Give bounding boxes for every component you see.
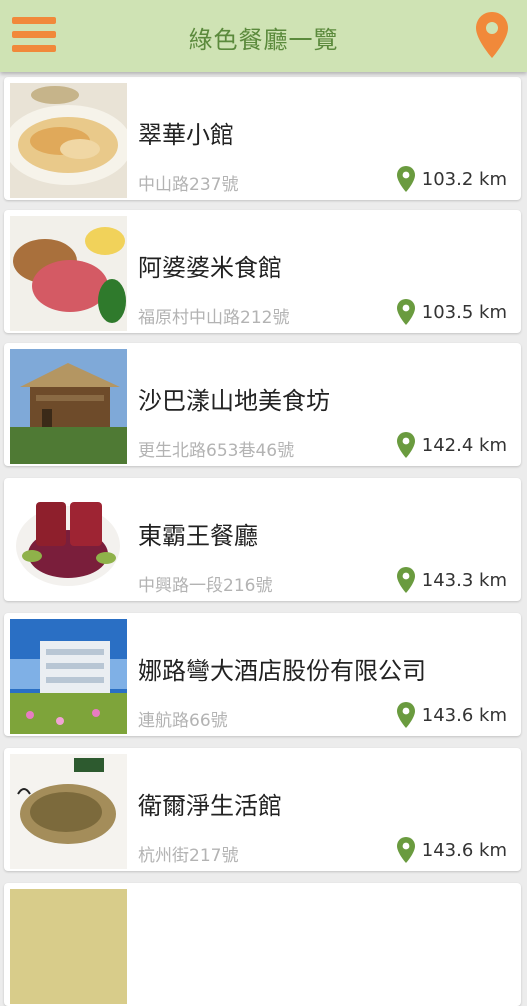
- restaurant-photo: [10, 484, 127, 599]
- distance-text: 103.5 km: [421, 301, 507, 323]
- restaurant-name: 衛爾淨生活館: [138, 792, 282, 820]
- distance: 143.6 km: [396, 700, 507, 730]
- distance-text: 142.4 km: [421, 434, 507, 456]
- distance: 103.2 km: [396, 164, 507, 194]
- restaurant-card[interactable]: 翠華小館 中山路237號 103.2 km: [4, 77, 521, 200]
- map-pin-icon: [396, 299, 415, 325]
- map-pin-icon: [396, 166, 415, 192]
- restaurant-address: 中山路237號: [138, 175, 239, 195]
- restaurant-address: 福原村中山路212號: [138, 308, 290, 328]
- distance-text: 103.2 km: [421, 168, 507, 190]
- map-pin-icon: [396, 702, 415, 728]
- restaurant-card[interactable]: 衛爾淨生活館 杭州街217號 143.6 km: [4, 748, 521, 871]
- distance: 142.4 km: [396, 430, 507, 460]
- restaurant-photo: [10, 754, 127, 869]
- restaurant-name: 沙巴漾山地美食坊: [138, 387, 330, 415]
- restaurant-name: 翠華小館: [138, 121, 234, 149]
- restaurant-card[interactable]: [4, 883, 521, 1006]
- distance: 143.3 km: [396, 565, 507, 595]
- restaurant-name: 阿婆婆米食館: [138, 254, 282, 282]
- distance: 103.5 km: [396, 297, 507, 327]
- page-title: 綠色餐廳一覽: [188, 26, 339, 54]
- restaurant-card[interactable]: 東霸王餐廳 中興路一段216號 143.3 km: [4, 478, 521, 601]
- restaurant-card[interactable]: 娜路彎大酒店股份有限公司 連航路66號 143.6 km: [4, 613, 521, 736]
- restaurant-photo: [10, 216, 127, 331]
- distance-text: 143.6 km: [421, 704, 507, 726]
- restaurant-address: 中興路一段216號: [138, 576, 273, 596]
- restaurant-photo: [10, 619, 127, 734]
- restaurant-address: 杭州街217號: [138, 846, 239, 866]
- restaurant-photo: [10, 83, 127, 198]
- restaurant-name: 娜路彎大酒店股份有限公司: [138, 657, 426, 685]
- map-pin-icon: [396, 432, 415, 458]
- map-pin-icon: [396, 837, 415, 863]
- map-pin-icon: [396, 567, 415, 593]
- restaurant-name: 東霸王餐廳: [138, 522, 258, 550]
- distance-text: 143.3 km: [421, 569, 507, 591]
- distance: 143.6 km: [396, 835, 507, 865]
- app-bar: 綠色餐廳一覽: [0, 0, 527, 72]
- restaurant-card[interactable]: 阿婆婆米食館 福原村中山路212號 103.5 km: [4, 210, 521, 333]
- restaurant-address: 更生北路653巷46號: [138, 441, 295, 461]
- restaurant-photo: [10, 889, 127, 1004]
- restaurant-photo: [10, 349, 127, 464]
- map-pin-icon: [476, 12, 508, 58]
- restaurant-card[interactable]: 沙巴漾山地美食坊 更生北路653巷46號 142.4 km: [4, 343, 521, 466]
- distance-text: 143.6 km: [421, 839, 507, 861]
- restaurant-address: 連航路66號: [138, 711, 228, 731]
- location-button[interactable]: [474, 10, 510, 60]
